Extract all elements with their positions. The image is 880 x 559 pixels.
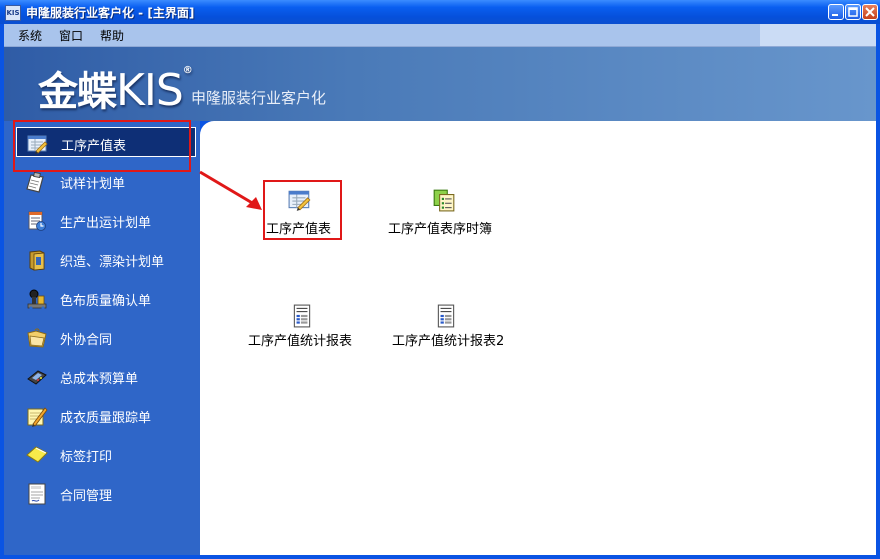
restore-button[interactable] xyxy=(845,4,861,20)
restore-icon xyxy=(848,7,858,17)
clipboard-icon xyxy=(26,172,44,193)
contract-document-icon xyxy=(28,483,46,505)
sidebar-highlight-box xyxy=(13,120,191,172)
tile-label: 工序产值统计报表2 xyxy=(392,334,505,349)
title-bar[interactable]: KIS 申隆服装行业客户化 - [主界面] xyxy=(0,0,880,24)
sidebar-item-label: 织造、漂染计划单 xyxy=(60,255,165,270)
menu-bar: 系统 窗口 帮助 xyxy=(4,24,876,47)
sidebar-item-label: 试样计划单 xyxy=(60,177,126,192)
tile-process-output-journal[interactable]: 工序产值表序时簿 xyxy=(384,180,504,240)
menu-bar-filler xyxy=(760,24,876,46)
tag-icon xyxy=(26,446,48,463)
sidebar-item-label: 合同管理 xyxy=(60,489,113,504)
sidebar-item-outsourcing-contract[interactable]: 外协合同 xyxy=(16,322,196,352)
close-icon xyxy=(865,7,875,17)
minimize-button[interactable] xyxy=(828,4,844,20)
handshake-folder-icon xyxy=(27,328,47,348)
registered-mark: ® xyxy=(182,65,193,76)
calculator-icon xyxy=(27,370,47,385)
sidebar-item-label: 色布质量确认单 xyxy=(60,294,152,309)
sidebar-item-label: 外协合同 xyxy=(60,333,113,348)
logo-text: 金蝶 xyxy=(38,69,117,115)
menu-system[interactable]: 系统 xyxy=(18,27,42,44)
sidebar-item-weaving-dyeing[interactable]: 织造、漂染计划单 xyxy=(16,244,196,274)
sidebar-item-label: 总成本预算单 xyxy=(60,372,139,387)
banner: 金蝶KIS® 申隆服装行业客户化 xyxy=(4,47,876,121)
tile-process-output-report-2[interactable]: 工序产值统计报表2 xyxy=(390,292,514,352)
report-sheet-icon xyxy=(437,304,455,328)
tile-label: 工序产值表序时簿 xyxy=(388,222,493,237)
sidebar-item-label: 生产出运计划单 xyxy=(60,216,152,231)
main-window: KIS 申隆服装行业客户化 - [主界面] 系统 窗口 帮助 金蝶KIS® 申隆… xyxy=(0,0,880,559)
sidebar: 工序产值表 试样计划单 生产出运计划单 织造、漂染计划单 色布质量确认单 外协合… xyxy=(4,121,200,555)
minimize-icon xyxy=(832,14,838,16)
menu-help[interactable]: 帮助 xyxy=(100,27,124,44)
close-button[interactable] xyxy=(862,4,878,20)
tile-process-output-report[interactable]: 工序产值统计报表 xyxy=(246,292,362,352)
sidebar-item-label: 成衣质量跟踪单 xyxy=(60,411,152,426)
book-icon xyxy=(29,250,45,271)
pencil-notepad-icon xyxy=(27,407,48,427)
inspect-icon xyxy=(27,289,47,310)
list-ledger-icon xyxy=(433,189,455,212)
logo-kis-text: KIS xyxy=(116,65,184,116)
report-calendar-icon xyxy=(28,211,46,231)
sidebar-item-garment-quality[interactable]: 成衣质量跟踪单 xyxy=(16,400,196,430)
kingdee-kis-logo: 金蝶KIS® xyxy=(38,59,193,117)
app-icon[interactable]: KIS xyxy=(5,5,21,21)
sidebar-item-label: 标签打印 xyxy=(60,450,113,465)
tile-label: 工序产值统计报表 xyxy=(248,334,353,349)
report-sheet-icon xyxy=(293,304,311,328)
sidebar-item-fabric-quality[interactable]: 色布质量确认单 xyxy=(16,283,196,313)
menu-window[interactable]: 窗口 xyxy=(59,27,83,44)
banner-subtitle: 申隆服装行业客户化 xyxy=(191,89,327,107)
sidebar-item-contract-management[interactable]: 合同管理 xyxy=(16,478,196,508)
annotation-arrow-icon xyxy=(199,170,262,210)
sidebar-item-production-shipping[interactable]: 生产出运计划单 xyxy=(16,205,196,235)
window-title: 申隆服装行业客户化 - [主界面] xyxy=(26,6,195,20)
sidebar-item-cost-budget[interactable]: 总成本预算单 xyxy=(16,361,196,391)
sidebar-item-label-print[interactable]: 标签打印 xyxy=(16,439,196,469)
